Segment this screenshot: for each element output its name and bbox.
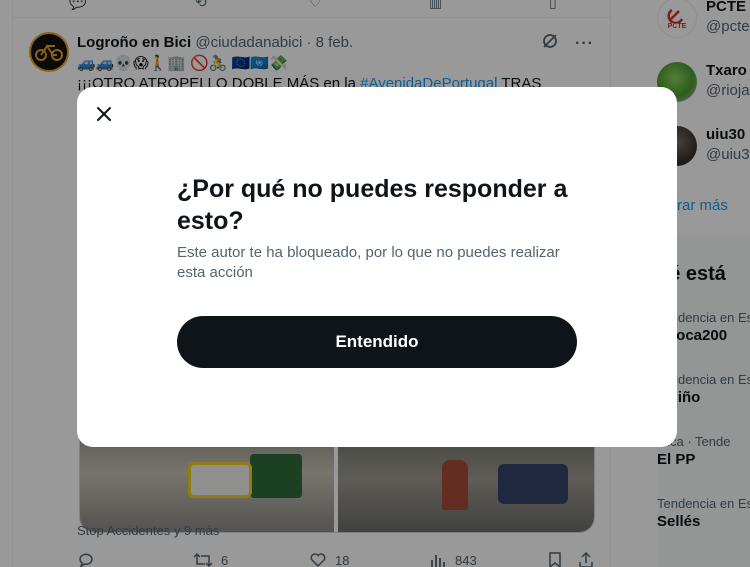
cannot-reply-dialog: ¿Por qué no puedes responder a esto? Est…	[77, 87, 677, 447]
understood-button[interactable]: Entendido	[177, 316, 577, 368]
dialog-title: ¿Por qué no puedes responder a esto?	[177, 175, 568, 235]
dialog-message: Este autor te ha bloqueado, por lo que n…	[177, 244, 560, 281]
close-button[interactable]	[87, 97, 121, 131]
close-icon	[97, 107, 111, 121]
